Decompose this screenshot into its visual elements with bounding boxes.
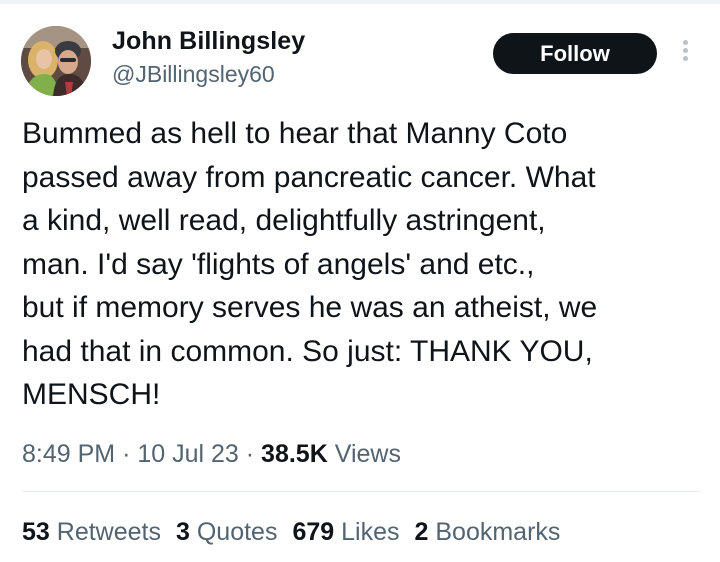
vertical-ellipsis-icon[interactable]: [679, 40, 691, 68]
bookmarks-stat[interactable]: 2 Bookmarks: [415, 516, 561, 548]
tweet-text-line: MENSCH!: [22, 378, 161, 411]
engagement-stats: 53 Retweets 3 Quotes 679 Likes 2 Bookmarks: [22, 516, 575, 548]
top-divider: [0, 0, 720, 4]
bookmarks-label: Bookmarks: [435, 518, 561, 546]
retweets-label: Retweets: [56, 518, 161, 546]
author-handle[interactable]: @JBillingsley60: [112, 60, 275, 88]
views-count: 38.5K: [261, 440, 328, 468]
retweets-count: 53: [22, 518, 50, 546]
views-label: Views: [334, 440, 401, 468]
tweet-text-line: man. I'd say 'flights of angels' and etc…: [22, 247, 535, 281]
tweet-text-line: Bummed as hell to hear that Manny Coto: [22, 117, 568, 150]
tweet-text-line: but if memory serves he was an atheist, …: [22, 291, 598, 324]
follow-button[interactable]: Follow: [493, 33, 657, 74]
likes-stat[interactable]: 679 Likes: [292, 516, 399, 548]
tweet-text-line: passed away from pancreatic cancer. What: [22, 160, 596, 194]
bookmarks-count: 2: [414, 518, 429, 546]
avatar[interactable]: [21, 26, 91, 96]
quotes-count: 3: [175, 518, 190, 546]
tweet-meta: 8:49 PM · 10 Jul 23 · 38.5K Views: [22, 438, 401, 470]
stats-divider: [22, 491, 700, 492]
retweets-stat[interactable]: 53 Retweets: [22, 516, 161, 548]
meta-separator: ·: [122, 440, 131, 468]
author-name[interactable]: John Billingsley: [112, 26, 305, 56]
tweet-text-line: a kind, well read, delightfully astringe…: [22, 204, 546, 237]
tweet-time[interactable]: 8:49 PM: [22, 440, 115, 468]
likes-count: 679: [292, 518, 335, 546]
tweet-date[interactable]: 10 Jul 23: [137, 440, 238, 468]
quotes-stat[interactable]: 3 Quotes: [176, 516, 277, 548]
tweet-text: Bummed as hell to hear that Manny Coto p…: [22, 112, 702, 417]
likes-label: Likes: [341, 518, 400, 546]
profile-photo-icon: [21, 26, 91, 96]
quotes-label: Quotes: [196, 518, 278, 546]
meta-separator: ·: [245, 440, 255, 468]
tweet-text-line: had that in common. So just: THANK YOU,: [22, 334, 593, 368]
